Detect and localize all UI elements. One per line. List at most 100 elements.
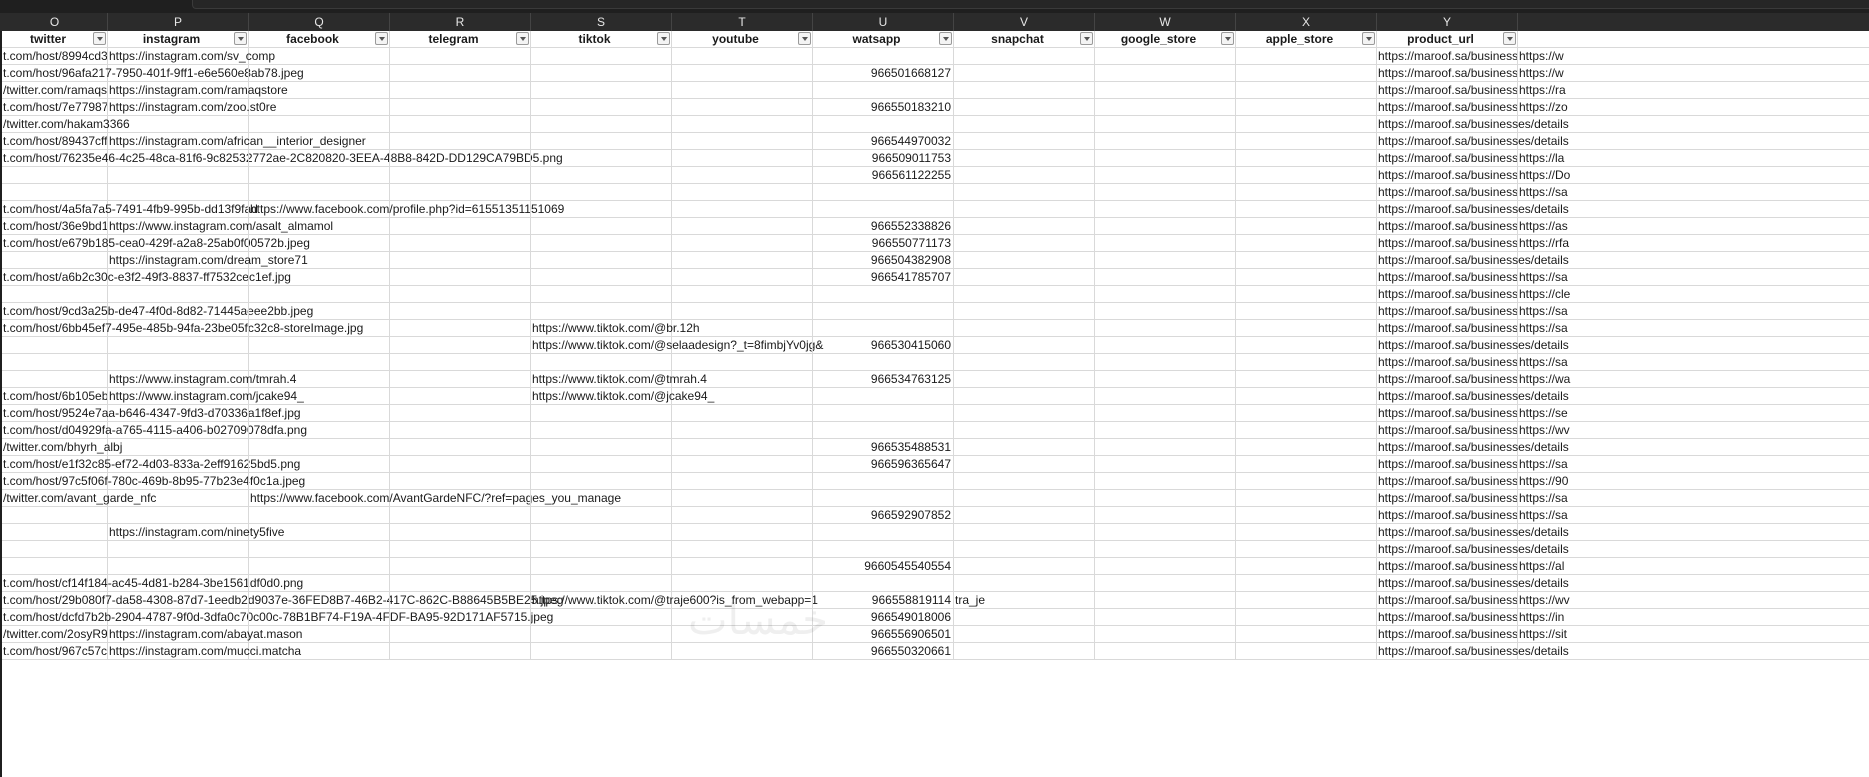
cell-u[interactable]: 966550183210 xyxy=(813,99,954,116)
header-cell[interactable]: youtube xyxy=(672,31,813,48)
cell-t[interactable] xyxy=(672,388,813,405)
cell-x[interactable] xyxy=(1236,286,1377,303)
cell-r[interactable] xyxy=(390,184,531,201)
cell-p[interactable]: https://instagram.com/ninety5five xyxy=(108,524,284,541)
cell-v[interactable] xyxy=(954,82,1095,99)
cell-w[interactable] xyxy=(1095,286,1236,303)
cell-o[interactable]: t.com/host/9524e7aa-b646-4347-9fd3-d7033… xyxy=(2,405,301,422)
cell-t[interactable] xyxy=(672,65,813,82)
cell-q[interactable]: https://www.facebook.com/profile.php?id=… xyxy=(249,201,564,218)
cell-z[interactable]: https://wa xyxy=(1518,371,1869,388)
cell-x[interactable] xyxy=(1236,643,1377,660)
column-letter-x[interactable]: X xyxy=(1236,13,1377,31)
cell-o[interactable]: t.com/host/9cd3a25b-de47-4f0d-8d82-71445… xyxy=(2,303,313,320)
cell-o[interactable]: t.com/host/a6b2c30c-e3f2-49f3-8837-ff753… xyxy=(2,269,291,286)
cell-s[interactable] xyxy=(531,422,672,439)
header-cell[interactable]: tiktok xyxy=(531,31,672,48)
cell-w[interactable] xyxy=(1095,456,1236,473)
cell-o[interactable]: t.com/host/4a5fa7a5-7491-4fb9-995b-dd13f… xyxy=(2,201,258,218)
cell-z[interactable]: https://sa xyxy=(1518,303,1869,320)
cell-u[interactable] xyxy=(813,201,954,218)
cell-x[interactable] xyxy=(1236,609,1377,626)
cell-t[interactable] xyxy=(672,99,813,116)
cell-u[interactable] xyxy=(813,116,954,133)
cell-t[interactable] xyxy=(672,405,813,422)
cell-u[interactable] xyxy=(813,82,954,99)
cell-x[interactable] xyxy=(1236,371,1377,388)
cell-s[interactable] xyxy=(531,269,672,286)
cell-w[interactable] xyxy=(1095,643,1236,660)
cell-x[interactable] xyxy=(1236,218,1377,235)
cell-t[interactable] xyxy=(672,643,813,660)
cell-r[interactable] xyxy=(390,167,531,184)
cell-v[interactable] xyxy=(954,405,1095,422)
cell-u[interactable]: 966592907852 xyxy=(813,507,954,524)
cell-r[interactable] xyxy=(390,65,531,82)
cell-t[interactable] xyxy=(672,48,813,65)
cell-o[interactable] xyxy=(2,286,108,303)
cell-y[interactable]: https://maroof.sa/business xyxy=(1377,218,1518,235)
cell-o[interactable] xyxy=(2,354,108,371)
cell-z[interactable] xyxy=(1518,116,1869,133)
cell-s[interactable] xyxy=(531,354,672,371)
cell-o[interactable]: t.com/host/dcfd7b2b-2904-4787-9f0d-3dfa0… xyxy=(2,609,553,626)
cell-u[interactable]: 966501668127 xyxy=(813,65,954,82)
cell-p[interactable] xyxy=(108,592,249,609)
cell-q[interactable] xyxy=(249,592,390,609)
cell-t[interactable] xyxy=(672,524,813,541)
cell-w[interactable] xyxy=(1095,626,1236,643)
cell-x[interactable] xyxy=(1236,303,1377,320)
cell-q[interactable] xyxy=(249,439,390,456)
header-cell[interactable]: twitter xyxy=(2,31,108,48)
cell-t[interactable] xyxy=(672,541,813,558)
cell-w[interactable] xyxy=(1095,48,1236,65)
cell-z[interactable] xyxy=(1518,439,1869,456)
cell-x[interactable] xyxy=(1236,388,1377,405)
cell-w[interactable] xyxy=(1095,473,1236,490)
cell-y[interactable]: https://maroof.sa/business xyxy=(1377,184,1518,201)
cell-p[interactable] xyxy=(108,439,249,456)
cell-o[interactable]: /twitter.com/avant_garde_nfc xyxy=(2,490,156,507)
cell-u[interactable]: 966544970032 xyxy=(813,133,954,150)
cell-z[interactable]: https://sit xyxy=(1518,626,1869,643)
header-cell[interactable]: google_store xyxy=(1095,31,1236,48)
cell-o[interactable]: t.com/host/cf14f184-ac45-4d81-b284-3be15… xyxy=(2,575,303,592)
cell-y[interactable]: https://maroof.sa/business xyxy=(1377,626,1518,643)
cell-v[interactable] xyxy=(954,99,1095,116)
cell-q[interactable] xyxy=(249,184,390,201)
cell-x[interactable] xyxy=(1236,558,1377,575)
cell-v[interactable] xyxy=(954,371,1095,388)
cell-t[interactable] xyxy=(672,235,813,252)
cell-u[interactable] xyxy=(813,405,954,422)
header-cell[interactable]: watsapp xyxy=(813,31,954,48)
cell-p[interactable]: https://www.instagram.com/asalt_almamol xyxy=(108,218,333,235)
cell-o[interactable] xyxy=(2,524,108,541)
cell-w[interactable] xyxy=(1095,490,1236,507)
cell-v[interactable] xyxy=(954,218,1095,235)
cell-q[interactable] xyxy=(249,371,390,388)
cell-o[interactable]: /twitter.com/ramaqs xyxy=(2,82,108,99)
column-letter-w[interactable]: W xyxy=(1095,13,1236,31)
cell-o[interactable]: t.com/host/97c5f06f-780c-469b-8b95-77b23… xyxy=(2,473,305,490)
cell-r[interactable] xyxy=(390,609,531,626)
cell-r[interactable] xyxy=(390,252,531,269)
cell-o[interactable]: t.com/host/967c57c xyxy=(2,643,108,660)
cell-y[interactable]: https://maroof.sa/business xyxy=(1377,99,1518,116)
cell-u[interactable]: 966504382908 xyxy=(813,252,954,269)
header-cell[interactable]: product_url xyxy=(1377,31,1518,48)
cell-p[interactable]: https://instagram.com/mucci.matcha xyxy=(108,643,301,660)
cell-p[interactable] xyxy=(108,116,249,133)
cell-v[interactable] xyxy=(954,48,1095,65)
cell-u[interactable]: 966534763125 xyxy=(813,371,954,388)
cell-x[interactable] xyxy=(1236,337,1377,354)
cell-s[interactable]: https://www.tiktok.com/@traje600?is_from… xyxy=(531,592,818,609)
cell-y[interactable]: https://maroof.sa/businesses/details xyxy=(1377,575,1569,592)
cell-r[interactable] xyxy=(390,150,531,167)
cell-y[interactable]: https://maroof.sa/business xyxy=(1377,65,1518,82)
cell-z[interactable]: https://cle xyxy=(1518,286,1869,303)
cell-u[interactable] xyxy=(813,320,954,337)
cell-p[interactable] xyxy=(108,473,249,490)
cell-v[interactable] xyxy=(954,150,1095,167)
cell-v[interactable]: tra_je xyxy=(954,592,1095,609)
cell-y[interactable]: https://maroof.sa/business xyxy=(1377,82,1518,99)
